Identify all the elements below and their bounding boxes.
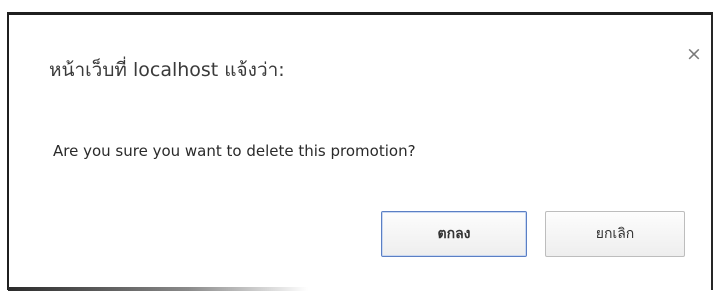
dialog-bottom-edge xyxy=(8,287,308,291)
cancel-button[interactable]: ยกเลิก xyxy=(545,211,685,257)
alert-dialog: หน้าเว็บที่ localhost แจ้งว่า: × Are you… xyxy=(7,12,713,290)
ok-button[interactable]: ตกลง xyxy=(381,211,527,257)
dialog-title: หน้าเว็บที่ localhost แจ้งว่า: xyxy=(49,59,285,81)
dialog-message: Are you sure you want to delete this pro… xyxy=(53,142,416,160)
close-icon[interactable]: × xyxy=(681,41,707,67)
